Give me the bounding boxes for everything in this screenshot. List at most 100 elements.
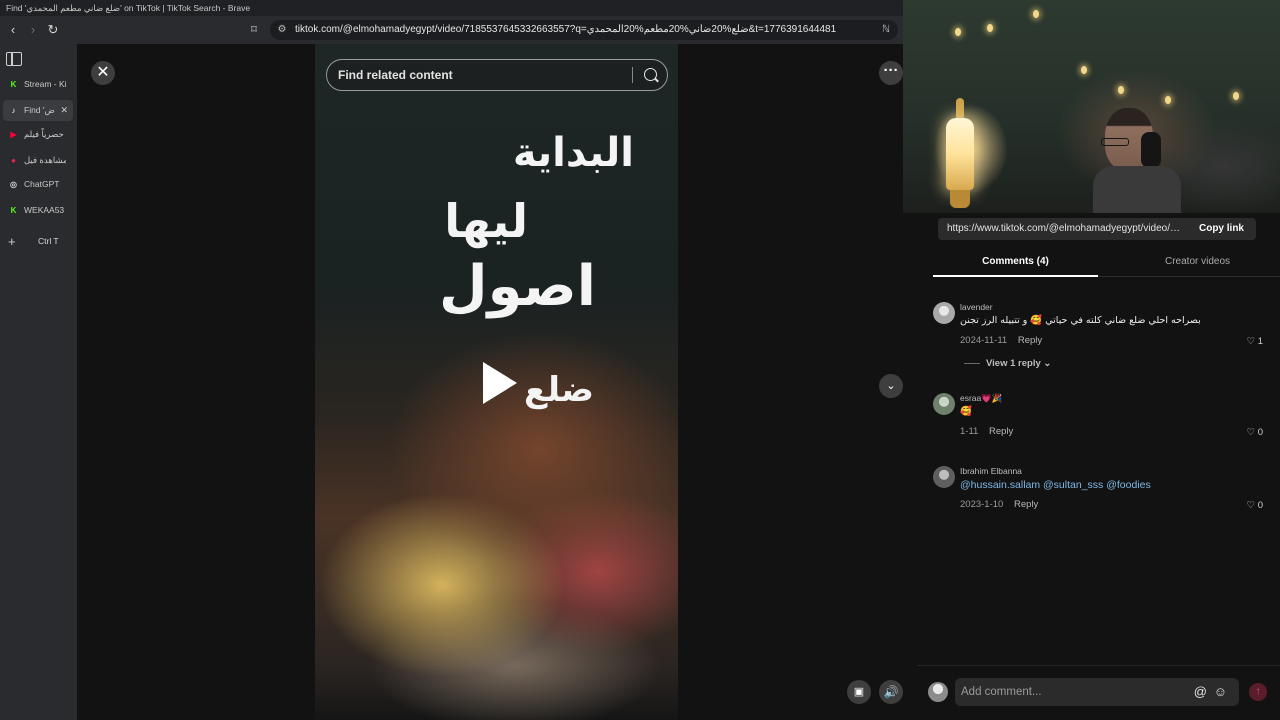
reply-button[interactable]: Reply <box>1014 499 1038 510</box>
close-icon[interactable]: ✕ <box>91 61 115 85</box>
tab-creator-videos[interactable]: Creator videos <box>1115 251 1280 277</box>
comment-item: lavender بصراحه احلي ضلع ضاني كلته في حي… <box>933 302 1263 382</box>
tab-favicon-icon: ♪ <box>11 106 16 115</box>
share-link-box[interactable]: https://www.tiktok.com/@elmohamadyegypt/… <box>938 218 1256 240</box>
reply-button[interactable]: Reply <box>1018 335 1042 346</box>
bookmark-icon[interactable]: ⌑ <box>245 21 263 39</box>
comment-mentions[interactable]: @hussain.sallam @sultan_sss @foodies <box>960 479 1151 491</box>
comment-meta: 1-11 Reply <box>960 426 1013 437</box>
volume-icon[interactable]: 🔊 <box>879 680 903 704</box>
new-tab-shortcut: Ctrl T <box>38 236 59 246</box>
video-overlay-line-4: ضلع <box>524 370 594 410</box>
string-light <box>955 28 961 36</box>
like-count: 1 <box>1257 336 1263 347</box>
view-replies-button[interactable]: View 1 reply ⌄ <box>964 358 1051 369</box>
sidebar-tab[interactable]: ● مشاهدة فيل <box>3 150 73 171</box>
string-light <box>1081 66 1087 74</box>
comment-composer: Add comment... @ ☺ ↑ <box>917 665 1280 720</box>
reply-button[interactable]: Reply <box>989 426 1013 437</box>
comment-username[interactable]: esraa💗🎉 <box>960 393 1002 404</box>
like-count: 0 <box>1257 500 1263 511</box>
avatar[interactable] <box>933 393 955 415</box>
close-tab-icon[interactable]: ✕ <box>60 100 68 121</box>
comment-text: بصراحه احلي ضلع ضاني كلته في حياتي 🥰 و ت… <box>960 315 1201 326</box>
avatar[interactable] <box>933 302 955 324</box>
copy-link-button[interactable]: Copy link <box>1199 218 1244 240</box>
reader-mode-icon[interactable]: ℕ <box>878 22 894 38</box>
comment-text: 🥰 <box>960 406 972 417</box>
comment-meta: 2024-11-11 Reply <box>960 335 1042 346</box>
at-icon[interactable]: @ <box>1194 678 1207 706</box>
view-replies-label: View 1 reply <box>986 358 1041 369</box>
sidebar-tab-label: WEKAA53 <box>24 205 65 215</box>
string-light <box>1118 86 1124 94</box>
sidebar-tab-label: حصرياً فيلم <box>24 129 64 139</box>
tab-favicon-icon: K <box>10 206 17 215</box>
sidebar-tab[interactable]: K WEKAA53 <box>3 200 73 221</box>
heart-icon: ♡ <box>1246 336 1256 347</box>
address-text[interactable]: tiktok.com/@elmohamadyegypt/video/718553… <box>295 20 875 40</box>
like-button[interactable]: ♡ 1 <box>1247 336 1263 347</box>
sidebar-tab[interactable]: ▶ حصرياً فيلم <box>3 124 73 145</box>
like-button[interactable]: ♡ 0 <box>1247 500 1263 511</box>
share-link[interactable]: https://www.tiktok.com/@elmohamadyegypt/… <box>947 218 1185 240</box>
tab-favicon-icon: ◎ <box>10 180 17 189</box>
tab-favicon-icon: ▶ <box>10 130 17 139</box>
picture-in-picture-icon[interactable]: ▣ <box>847 680 871 704</box>
back-icon[interactable]: ‹ <box>4 21 22 39</box>
sidebar-tab[interactable]: ♪ Find 'ض ✕ <box>3 100 73 121</box>
site-info-icon[interactable]: ⚙ <box>274 22 290 38</box>
tab-sidebar: K Stream - Ki ♪ Find 'ض ✕ ▶ حصرياً فيلم ● مشاهدة… <box>0 44 77 720</box>
sidebar-tab-label: ChatGPT <box>24 179 60 189</box>
comment-username[interactable]: Ibrahim Elbanna <box>960 466 1022 476</box>
screen: Find 'ضلع ضاني مطعم المحمدي' on TikTok |… <box>0 0 1280 720</box>
video-stage: ✕ البداية ليها اصول ضلع Find related con… <box>77 44 903 720</box>
sidebar-tab-label: Stream - Ki <box>24 79 66 89</box>
avatar <box>928 682 948 702</box>
webcam-overlay <box>903 0 1280 213</box>
new-tab-icon[interactable]: + <box>8 234 16 249</box>
window-title: Find 'ضلع ضاني مطعم المحمدي' on TikTok |… <box>0 0 903 16</box>
related-search-input[interactable]: Find related content <box>326 59 668 91</box>
share-bar: https://www.tiktok.com/@elmohamadyegypt/… <box>917 213 1280 248</box>
search-icon[interactable] <box>644 68 657 81</box>
like-button[interactable]: ♡ 0 <box>1247 427 1263 438</box>
chevron-down-icon[interactable]: ⌄ <box>879 374 903 398</box>
sidebar-tab[interactable]: ◎ ChatGPT <box>3 174 73 195</box>
comment-placeholder: Add comment... <box>961 686 1042 698</box>
comment-input[interactable]: Add comment... @ ☺ <box>955 678 1239 706</box>
chevron-down-icon: ⌄ <box>1043 358 1052 369</box>
video-overlay-line-3: اصول <box>438 254 596 319</box>
lantern-image <box>943 98 977 210</box>
comment-date: 2024-11-11 <box>960 335 1008 346</box>
video-player[interactable]: البداية ليها اصول ضلع <box>315 44 678 720</box>
search-placeholder: Find related content <box>338 68 453 82</box>
search-divider <box>632 67 633 83</box>
arrow-up-icon[interactable]: ↑ <box>1249 683 1267 701</box>
string-light <box>1165 96 1171 104</box>
emoji-icon[interactable]: ☺ <box>1214 678 1227 706</box>
reload-icon[interactable]: ↻ <box>44 21 62 39</box>
sidebar-toggle-icon[interactable] <box>6 52 22 66</box>
sidebar-tab[interactable]: K Stream - Ki <box>3 74 73 95</box>
forward-icon[interactable]: › <box>24 21 42 39</box>
comments-panel: https://www.tiktok.com/@elmohamadyegypt/… <box>917 213 1280 720</box>
panel-tabs: Comments (4) Creator videos <box>933 251 1280 277</box>
sidebar-tab-label: مشاهدة فيل <box>24 155 66 165</box>
video-overlay-line-1: البداية <box>512 130 634 176</box>
string-light <box>1033 10 1039 18</box>
more-horizontal-icon[interactable]: ··· <box>879 61 903 85</box>
comment-username[interactable]: lavender <box>960 302 993 312</box>
play-icon[interactable] <box>483 362 517 404</box>
tab-favicon-icon: ● <box>11 156 16 165</box>
comment-item: esraa💗🎉 🥰 1-11 Reply ♡ 0 <box>933 393 1263 443</box>
browser-toolbar: ‹ › ↻ ⌑ ⚙ tiktok.com/@elmohamadyegypt/vi… <box>0 16 903 44</box>
like-count: 0 <box>1257 427 1263 438</box>
avatar[interactable] <box>933 466 955 488</box>
streamer-image <box>1093 108 1181 213</box>
string-light <box>987 24 993 32</box>
tab-comments[interactable]: Comments (4) <box>933 251 1098 277</box>
comment-item: Ibrahim Elbanna @hussain.sallam @sultan_… <box>933 466 1263 516</box>
tab-favicon-icon: K <box>10 80 17 89</box>
address-bar[interactable]: ⚙ tiktok.com/@elmohamadyegypt/video/7185… <box>270 20 898 40</box>
